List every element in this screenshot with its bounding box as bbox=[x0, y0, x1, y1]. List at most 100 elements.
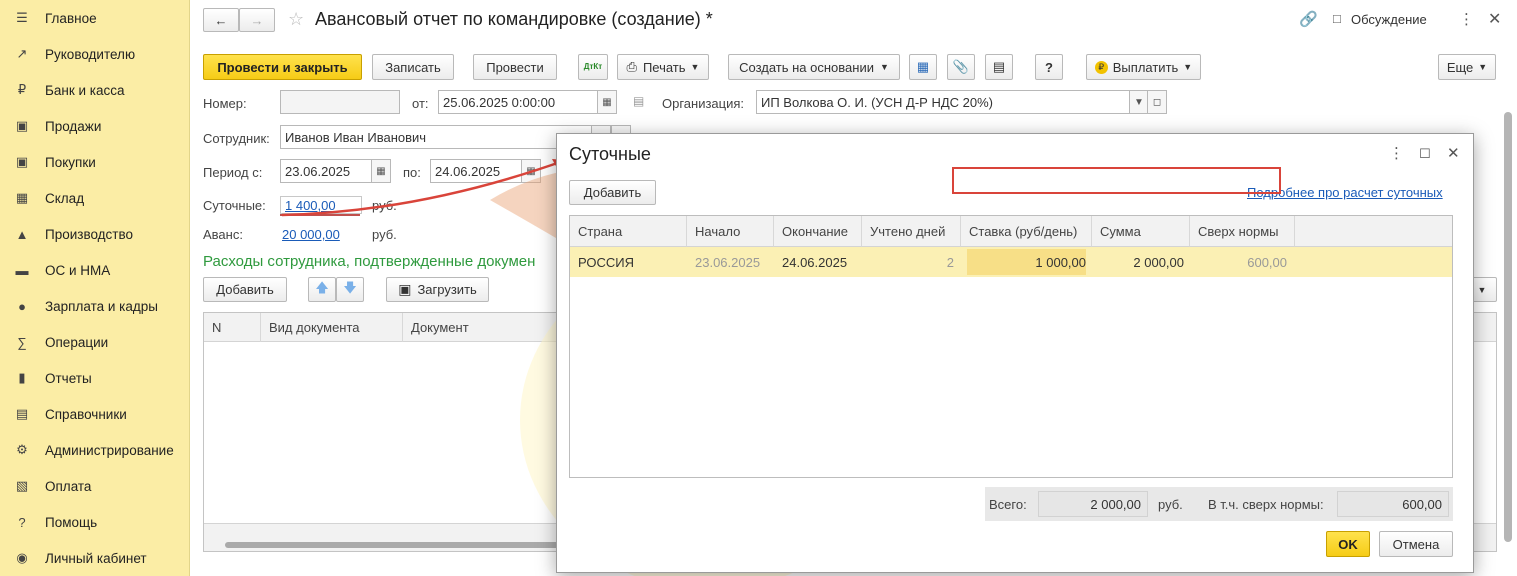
sidebar: ☰ Главное ↗ Руководителю ₽ Банк и касса ▣ Прода… bbox=[0, 0, 190, 576]
column-header[interactable]: Окончание bbox=[774, 216, 862, 247]
sidebar-item[interactable]: ? Помощь bbox=[0, 504, 190, 540]
more-vertical-icon[interactable]: ⋮ bbox=[1389, 144, 1404, 162]
paperclip-icon: 📎 bbox=[952, 59, 970, 74]
vertical-scrollbar[interactable] bbox=[1504, 112, 1512, 542]
sidebar-item[interactable]: ₽ Банк и касса bbox=[0, 72, 190, 108]
maximize-icon[interactable]: ☐ bbox=[1419, 146, 1431, 162]
advance-link[interactable]: 20 000,00 bbox=[282, 227, 340, 242]
sidebar-item-label: Главное bbox=[45, 10, 97, 26]
chevron-down-icon: ▼ bbox=[1134, 96, 1144, 108]
total-field: 2 000,00 bbox=[1038, 491, 1148, 517]
attach-button[interactable]: 📎 bbox=[947, 54, 975, 80]
column-header[interactable]: Вид документа bbox=[261, 313, 403, 342]
period-to-calendar[interactable]: ▦ bbox=[521, 159, 541, 183]
column-header[interactable]: Начало bbox=[687, 216, 774, 247]
pay-button[interactable]: ₽ Выплатить ▼ bbox=[1086, 54, 1201, 80]
per-diem-link[interactable]: 1 400,00 bbox=[285, 198, 336, 213]
number-field[interactable] bbox=[280, 90, 400, 114]
sidebar-item[interactable]: ▤ Справочники bbox=[0, 396, 190, 432]
per-diem-field[interactable]: 1 400,00 bbox=[280, 196, 362, 214]
structure-button[interactable]: ▦ bbox=[909, 54, 937, 80]
move-up-button[interactable]: 🡅 bbox=[308, 277, 336, 302]
sidebar-item[interactable]: ▲ Производство bbox=[0, 216, 190, 252]
chat-icon[interactable]: □ bbox=[1333, 11, 1341, 26]
load-button[interactable]: ▣ Загрузить bbox=[386, 277, 489, 302]
cancel-button[interactable]: Отмена bbox=[1379, 531, 1453, 557]
create-based-on-button[interactable]: Создать на основании ▼ bbox=[728, 54, 900, 80]
sidebar-item[interactable]: ▮ Отчеты bbox=[0, 360, 190, 396]
sidebar-item-label: Отчеты bbox=[45, 370, 92, 386]
column-header[interactable]: Страна bbox=[570, 216, 687, 247]
factory-icon: ▲ bbox=[15, 226, 29, 242]
column-header[interactable]: Сумма bbox=[1092, 216, 1190, 247]
sidebar-item-label: Покупки bbox=[45, 154, 96, 170]
dt-kt-icon: ∑ bbox=[17, 334, 27, 350]
sidebar-item[interactable]: ▦ Склад bbox=[0, 180, 190, 216]
employee-field[interactable]: Иванов Иван Иванович bbox=[280, 125, 592, 149]
organization-label: Организация: bbox=[662, 96, 745, 111]
more-button[interactable]: Еще ▼ bbox=[1438, 54, 1496, 80]
post-and-close-button[interactable]: Провести и закрыть bbox=[203, 54, 362, 80]
back-button[interactable]: ← bbox=[203, 8, 239, 32]
cell-sum[interactable]: 2 000,00 bbox=[1092, 247, 1184, 277]
cell-start[interactable]: 23.06.2025 bbox=[695, 247, 760, 277]
column-header[interactable]: Сверх нормы bbox=[1190, 216, 1295, 247]
column-header[interactable]: N bbox=[204, 313, 261, 342]
dt-kt-button[interactable]: ДтКт bbox=[578, 54, 608, 80]
close-icon[interactable]: ✕ bbox=[1488, 9, 1501, 29]
close-icon[interactable]: ✕ bbox=[1447, 144, 1460, 162]
star-icon[interactable]: ☆ bbox=[288, 9, 304, 30]
page-title: Авансовый отчет по командировке (создани… bbox=[315, 9, 713, 29]
sidebar-item[interactable]: ▬ ОС и НМА bbox=[0, 252, 190, 288]
save-button[interactable]: Записать bbox=[372, 54, 454, 80]
per-diem-underline bbox=[280, 214, 360, 216]
sidebar-item[interactable]: ▧ Оплата bbox=[0, 468, 190, 504]
print-button[interactable]: ⎙ Печать ▼ bbox=[617, 54, 709, 80]
organization-open-button[interactable]: ◻ bbox=[1147, 90, 1167, 114]
ok-button[interactable]: OK bbox=[1326, 531, 1370, 557]
cell-days[interactable]: 2 bbox=[862, 247, 954, 277]
sidebar-item[interactable]: ↗ Руководителю bbox=[0, 36, 190, 72]
organization-field[interactable]: ИП Волкова О. И. (УСН Д-Р НДС 20%) bbox=[756, 90, 1130, 114]
discussion-link[interactable]: Обсуждение bbox=[1351, 12, 1427, 27]
organization-dropdown[interactable]: ▼ bbox=[1129, 90, 1149, 114]
sidebar-item[interactable]: ◉ Личный кабинет bbox=[0, 540, 190, 576]
chevron-down-icon: ▼ bbox=[1477, 284, 1487, 295]
cell-over-norm[interactable]: 600,00 bbox=[1190, 247, 1287, 277]
period-from-label: Период с: bbox=[203, 165, 263, 180]
help-button[interactable]: ? bbox=[1035, 54, 1063, 80]
cell-end[interactable]: 24.06.2025 bbox=[782, 247, 847, 277]
printer-icon: ⎙ bbox=[626, 59, 637, 74]
post-button[interactable]: Провести bbox=[473, 54, 557, 80]
books-icon: ▤ bbox=[15, 406, 29, 421]
arrow-left-icon: ← bbox=[214, 12, 228, 28]
period-from-calendar[interactable]: ▦ bbox=[371, 159, 391, 183]
table-row[interactable]: РОССИЯ 23.06.2025 24.06.2025 2 1 000,00 … bbox=[570, 247, 1452, 277]
question-icon: ? bbox=[18, 514, 26, 530]
sidebar-item[interactable]: ⚙ Администрирование bbox=[0, 432, 190, 468]
sidebar-item[interactable]: ☰ Главное bbox=[0, 0, 190, 36]
sidebar-item[interactable]: ∑ Операции bbox=[0, 324, 190, 360]
dialog-add-button[interactable]: Добавить bbox=[569, 180, 656, 205]
report-button[interactable]: ▤ bbox=[985, 54, 1013, 80]
more-vertical-icon[interactable]: ⋮ bbox=[1459, 10, 1474, 28]
sidebar-item[interactable]: ● Зарплата и кадры bbox=[0, 288, 190, 324]
column-header[interactable]: Учтено дней bbox=[862, 216, 961, 247]
move-down-button[interactable]: 🡇 bbox=[336, 277, 364, 302]
horizontal-scrollbar[interactable] bbox=[225, 542, 605, 548]
forward-button[interactable]: → bbox=[239, 8, 275, 32]
date-label: от: bbox=[412, 96, 429, 111]
number-label: Номер: bbox=[203, 96, 247, 111]
column-header[interactable]: Ставка (руб/день) bbox=[961, 216, 1092, 247]
date-field[interactable]: 25.06.2025 0:00:00 bbox=[438, 90, 598, 114]
cell-rate[interactable]: 1 000,00 bbox=[967, 249, 1086, 275]
calendar-button[interactable]: ▦ bbox=[597, 90, 617, 114]
link-icon[interactable]: 🔗 bbox=[1299, 10, 1318, 28]
sidebar-item[interactable]: ▣ Покупки bbox=[0, 144, 190, 180]
period-to-field[interactable]: 24.06.2025 bbox=[430, 159, 522, 183]
sidebar-item-label: Операции bbox=[45, 334, 109, 350]
cell-country[interactable]: РОССИЯ bbox=[578, 247, 634, 277]
sidebar-item[interactable]: ▣ Продажи bbox=[0, 108, 190, 144]
add-expense-button[interactable]: Добавить bbox=[203, 277, 287, 302]
period-from-field[interactable]: 23.06.2025 bbox=[280, 159, 372, 183]
